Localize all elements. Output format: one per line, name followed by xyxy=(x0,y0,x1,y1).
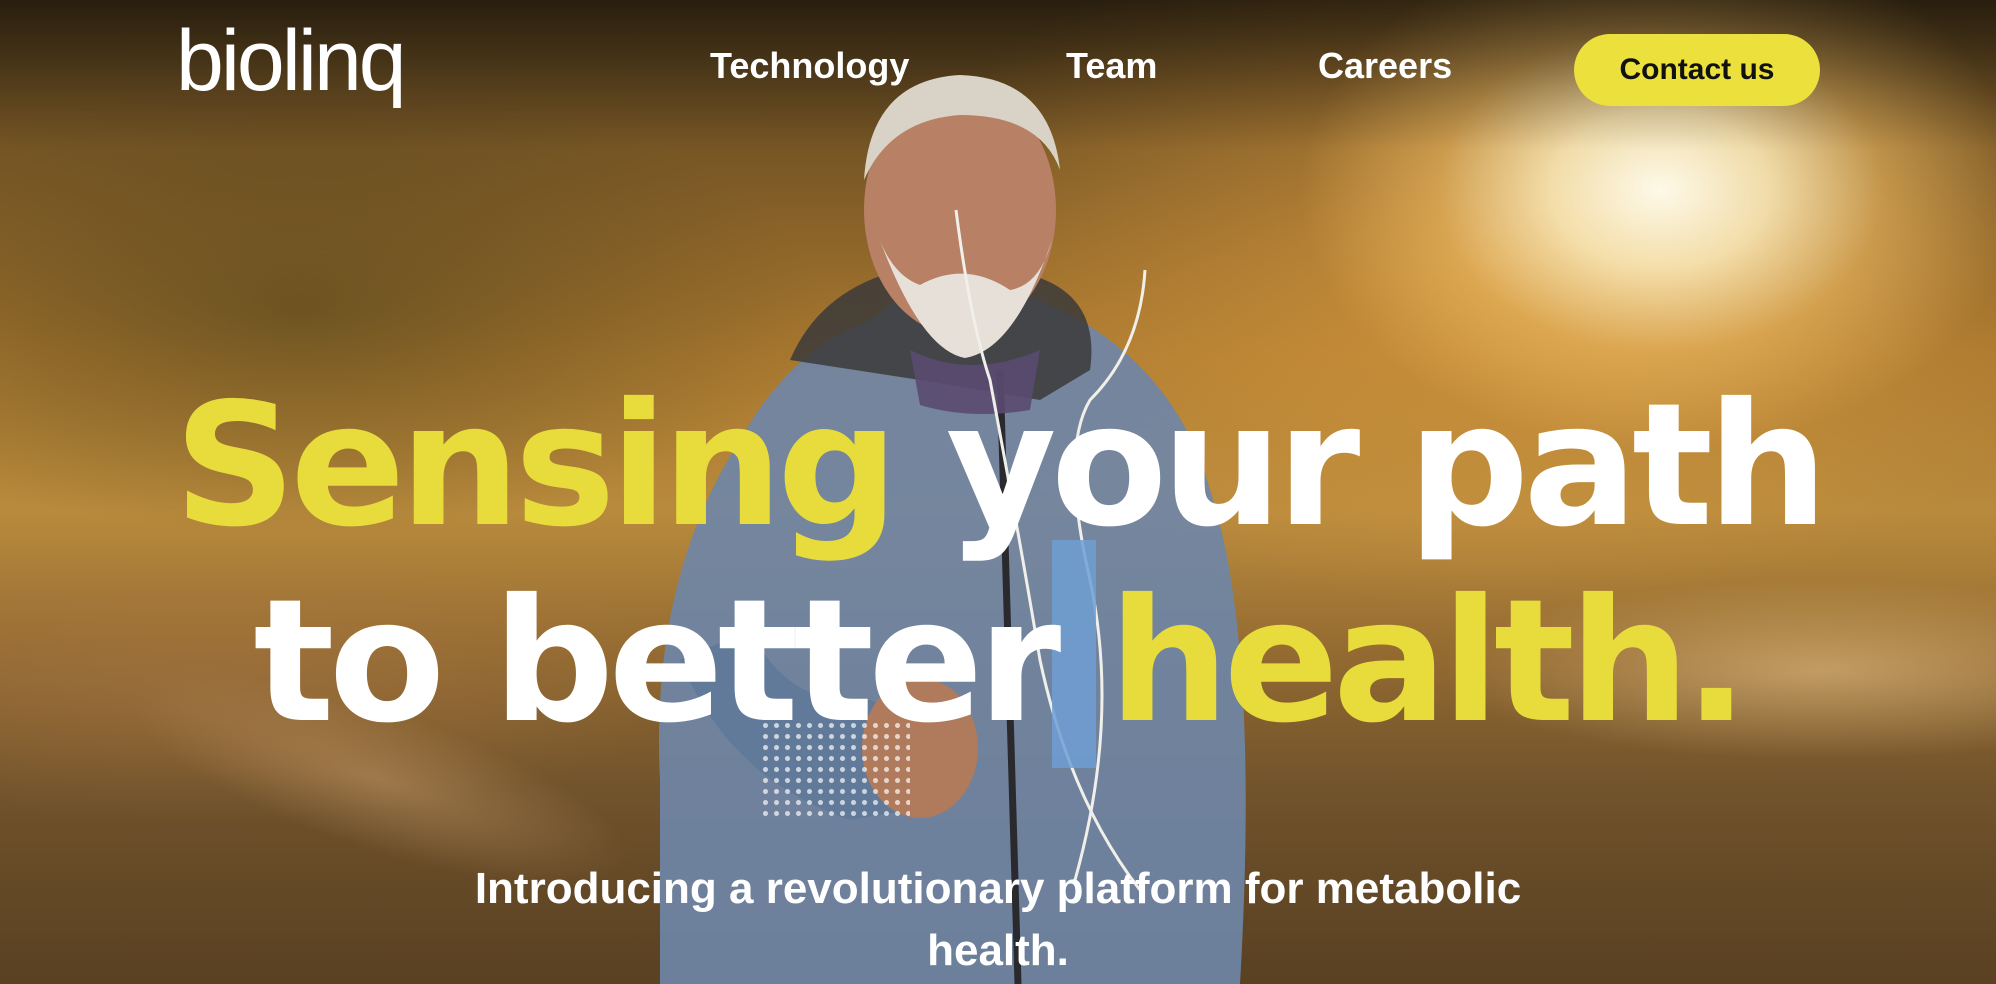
contact-us-button[interactable]: Contact us xyxy=(1574,34,1820,106)
headline-to-better: to better xyxy=(253,563,1061,761)
subtitle-line-2: health. xyxy=(927,926,1069,975)
hero-subtitle: Introducing a revolutionary platform for… xyxy=(0,858,1996,982)
headline-sensing: Sensing xyxy=(173,367,899,565)
site-header: biolinq Technology Team Careers Contact … xyxy=(0,0,1996,140)
hero-section: biolinq Technology Team Careers Contact … xyxy=(0,0,1996,984)
headline-health: health. xyxy=(1108,563,1748,761)
headline-your-path: your path xyxy=(945,367,1828,565)
nav-team[interactable]: Team xyxy=(1066,44,1157,87)
nav-careers[interactable]: Careers xyxy=(1318,44,1452,87)
nav-technology[interactable]: Technology xyxy=(710,44,909,87)
biolinq-logo[interactable]: biolinq xyxy=(176,18,407,104)
subtitle-line-1: Introducing a revolutionary platform for… xyxy=(474,864,1522,913)
hero-headline: Sensing your path to better health. xyxy=(0,368,1996,760)
